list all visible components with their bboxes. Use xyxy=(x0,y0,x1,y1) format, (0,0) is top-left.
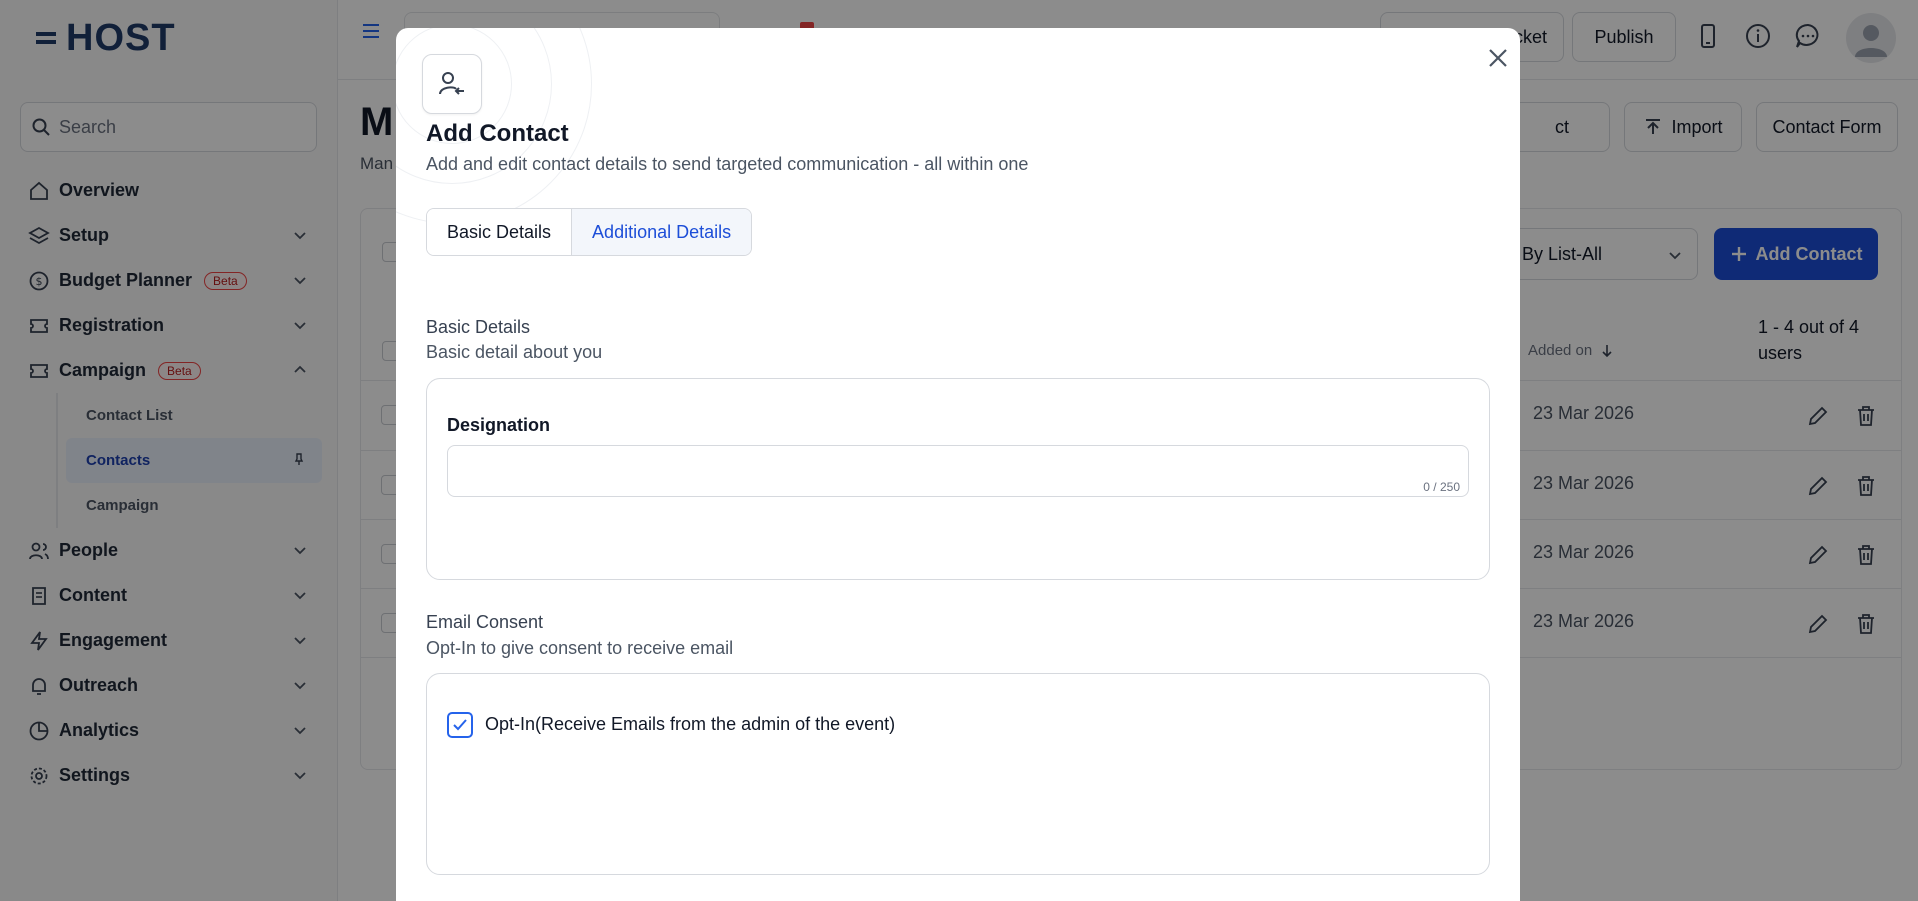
modal-description: Add and edit contact details to send tar… xyxy=(426,154,1029,174)
modal-header-icon xyxy=(422,54,482,114)
tab-additional-details[interactable]: Additional Details xyxy=(571,209,752,255)
close-icon[interactable] xyxy=(1482,42,1514,74)
opt-in-checkbox[interactable] xyxy=(447,712,473,738)
designation-input[interactable]: 0 / 250 xyxy=(447,445,1469,497)
tab-label: Basic Details xyxy=(447,221,552,242)
email-consent-section: Opt-In(Receive Emails from the admin of … xyxy=(426,673,1490,875)
user-arrow-icon xyxy=(439,72,464,95)
character-counter: 0 / 250 xyxy=(1423,480,1460,494)
designation-section: Designation 0 / 250 xyxy=(426,378,1490,580)
designation-label: Designation xyxy=(447,415,551,435)
modal-title: Add Contact xyxy=(426,120,569,147)
add-contact-modal: Add Contact Add and edit contact details… xyxy=(396,28,1520,901)
opt-in-label[interactable]: Opt-In(Receive Emails from the admin of … xyxy=(485,714,895,735)
section-title: Basic Details xyxy=(426,317,531,337)
modal-tabs: Basic Details Additional Details xyxy=(426,208,753,256)
tab-label: Additional Details xyxy=(592,221,732,242)
tab-basic-details[interactable]: Basic Details xyxy=(427,209,572,255)
checkmark-icon xyxy=(453,719,467,731)
section-subtitle: Opt-In to give consent to receive email xyxy=(426,638,734,658)
section-title: Email Consent xyxy=(426,612,544,632)
section-subtitle: Basic detail about you xyxy=(426,342,603,362)
